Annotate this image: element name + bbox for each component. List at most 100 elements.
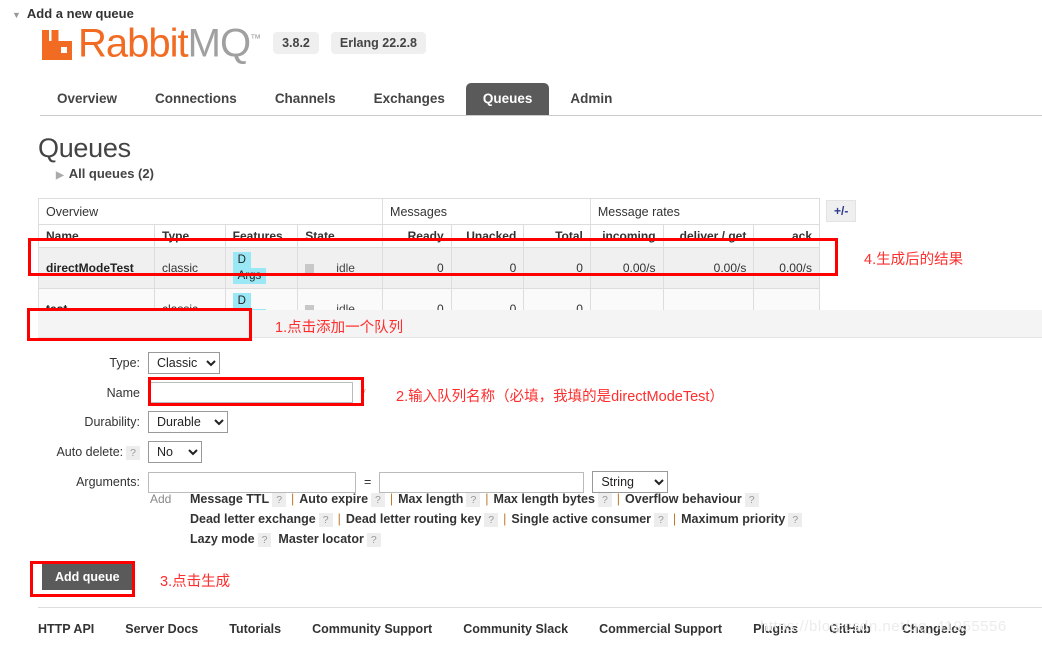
single-active-consumer-help-icon[interactable]: ? — [654, 513, 668, 527]
name-label: Name — [106, 385, 140, 400]
preset-separator: | — [389, 492, 394, 506]
footer-link-community-support[interactable]: Community Support — [312, 622, 432, 636]
version-badge: 3.8.2 — [273, 32, 319, 55]
all-queues-toggle[interactable]: ▶ All queues (2) — [56, 166, 154, 181]
annotation-text-1: 1.点击添加一个队列 — [275, 320, 404, 336]
column-header-incoming[interactable]: incoming — [589, 224, 664, 248]
auto-delete-label: Auto delete:? — [38, 445, 148, 460]
column-header-unacked[interactable]: Unacked — [450, 224, 525, 248]
preset-line-1: Message TTL? | Auto expire? | Max length? | Ma… — [190, 489, 1030, 509]
add-queue-button[interactable]: Add queue — [42, 564, 133, 590]
queue-name-input[interactable] — [148, 382, 353, 403]
group-header-message-rates: Message rates — [589, 198, 821, 225]
preset-single-active-consumer[interactable]: Single active consumer — [511, 512, 651, 526]
column-header-deliver-get[interactable]: deliver / get — [662, 224, 755, 248]
tab-channels[interactable]: Channels — [258, 83, 353, 115]
preset-max-length-bytes[interactable]: Max length bytes — [494, 492, 595, 506]
table-row[interactable]: directModeTest classic DArgs idle 0 0 0 … — [37, 247, 820, 289]
toggle-columns-button[interactable]: +/- — [826, 200, 857, 222]
add-queue-section-title: Add a new queue — [26, 6, 134, 21]
annotation-text-4: 4.生成后的结果 — [864, 252, 964, 268]
table-column-header-row: Name Type Features State Ready Unacked T… — [37, 224, 820, 248]
logo-tm-mark: ™ — [250, 33, 262, 45]
queue-features: DArgs — [224, 247, 299, 289]
form-row-auto-delete: Auto delete:? No — [38, 441, 938, 463]
preset-message-ttl[interactable]: Message TTL — [190, 492, 269, 506]
argument-equals-sign: = — [364, 475, 372, 489]
footer-link-commercial-support[interactable]: Commercial Support — [599, 622, 722, 636]
preset-dead-letter-routing-key[interactable]: Dead letter routing key — [346, 512, 481, 526]
durability-label: Durability: — [84, 415, 140, 429]
durability-select[interactable]: Durable — [148, 411, 228, 433]
footer-link-community-slack[interactable]: Community Slack — [463, 622, 568, 636]
preset-separator: | — [672, 512, 677, 526]
auto-expire-help-icon[interactable]: ? — [371, 493, 385, 507]
master-locator-help-icon[interactable]: ? — [366, 533, 381, 547]
annotation-text-3: 3.点击生成 — [160, 574, 231, 590]
feature-badge-durable: D — [232, 293, 251, 309]
tab-admin[interactable]: Admin — [553, 83, 629, 115]
rabbitmq-logo-icon — [42, 30, 72, 61]
queue-deliver-get-rate: 0.00/s — [662, 247, 755, 289]
maximum-priority-help-icon[interactable]: ? — [788, 513, 803, 527]
queue-ack-rate: 0.00/s — [753, 247, 820, 289]
dead-letter-routing-key-help-icon[interactable]: ? — [484, 513, 499, 527]
preset-line-3: Lazy mode? Master locator? — [190, 529, 1030, 549]
footer-link-tutorials[interactable]: Tutorials — [229, 622, 281, 636]
queue-total: 0 — [523, 247, 591, 289]
argument-presets: Add Message TTL? | Auto expire? | Max length… — [150, 489, 1030, 549]
tab-overview[interactable]: Overview — [40, 83, 134, 115]
group-header-messages: Messages — [382, 198, 591, 225]
preset-maximum-priority[interactable]: Maximum priority — [681, 512, 785, 526]
queue-type-select[interactable]: Classic — [148, 352, 220, 374]
max-length-help-icon[interactable]: ? — [466, 493, 481, 507]
preset-max-length[interactable]: Max length — [398, 492, 463, 506]
max-length-bytes-help-icon[interactable]: ? — [597, 493, 612, 507]
column-header-type[interactable]: Type — [154, 224, 226, 248]
dead-letter-exchange-help-icon[interactable]: ? — [318, 513, 333, 527]
main-navigation: Overview Connections Channels Exchanges … — [40, 81, 1042, 116]
overflow-behaviour-help-icon[interactable]: ? — [744, 493, 759, 507]
preset-line-2: Dead letter exchange? | Dead letter routin… — [190, 509, 1030, 529]
tab-connections[interactable]: Connections — [138, 83, 254, 115]
add-queue-section-toggle[interactable]: ▼ Add a new queue — [12, 6, 134, 21]
queue-unacked: 0 — [450, 247, 525, 289]
footer-link-http-api[interactable]: HTTP API — [38, 622, 94, 636]
chevron-right-icon: ▶ — [56, 170, 64, 181]
column-header-name[interactable]: Name — [37, 224, 156, 248]
column-header-ready[interactable]: Ready — [382, 224, 452, 248]
preset-lazy-mode[interactable]: Lazy mode — [190, 532, 255, 546]
tab-exchanges[interactable]: Exchanges — [357, 83, 462, 115]
group-header-overview: Overview — [37, 198, 384, 225]
queue-incoming-rate: 0.00/s — [589, 247, 664, 289]
type-label: Type: — [109, 356, 140, 370]
queue-ready: 0 — [382, 247, 452, 289]
message-ttl-help-icon[interactable]: ? — [272, 493, 287, 507]
feature-badge-durable: D — [232, 252, 251, 268]
queue-state: idle — [297, 247, 384, 289]
form-row-durability: Durability: Durable — [38, 411, 938, 433]
column-header-state: State — [297, 224, 384, 248]
feature-badge-args: Args — [232, 268, 267, 284]
queue-type: classic — [154, 247, 226, 289]
column-header-total[interactable]: Total — [523, 224, 591, 248]
preset-separator: | — [337, 512, 341, 526]
rabbitmq-logo[interactable]: RabbitMQ™ 3.8.2 Erlang 22.2.8 — [42, 20, 426, 63]
preset-dead-letter-exchange[interactable]: Dead letter exchange — [190, 512, 316, 526]
add-queue-section-bar — [38, 310, 1042, 338]
rabbitmq-wordmark: RabbitMQ™ — [78, 20, 262, 63]
preset-separator: | — [616, 492, 621, 506]
preset-overflow-behaviour[interactable]: Overflow behaviour — [625, 492, 742, 506]
column-header-ack[interactable]: ack — [753, 224, 820, 248]
auto-delete-help-icon[interactable]: ? — [126, 445, 140, 460]
tab-queues[interactable]: Queues — [465, 83, 550, 115]
preset-auto-expire[interactable]: Auto expire — [299, 492, 368, 506]
auto-delete-select[interactable]: No — [148, 441, 202, 463]
queue-name-link[interactable]: directModeTest — [37, 247, 156, 289]
required-asterisk: * — [361, 385, 367, 400]
chevron-down-icon: ▼ — [12, 9, 21, 20]
queue-state-label: idle — [336, 261, 355, 276]
preset-master-locator[interactable]: Master locator — [278, 532, 363, 546]
footer-link-server-docs[interactable]: Server Docs — [125, 622, 198, 636]
lazy-mode-help-icon[interactable]: ? — [257, 533, 272, 547]
